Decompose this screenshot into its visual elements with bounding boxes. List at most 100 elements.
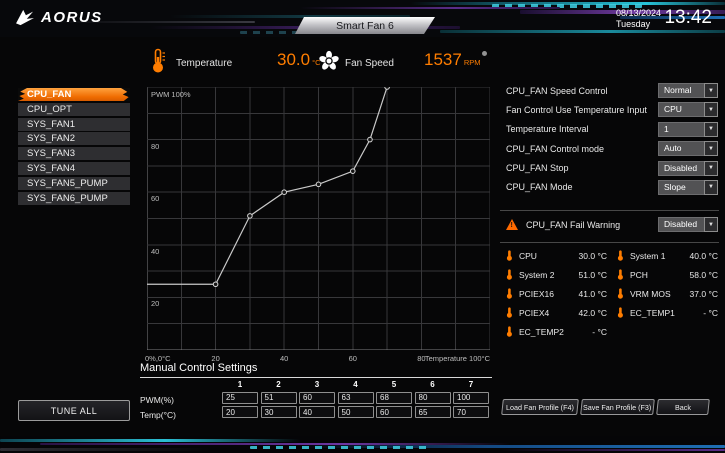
temperature-reading-value: - °C	[703, 308, 718, 318]
fan-list-item-label: SYS_FAN5_PUMP	[27, 178, 108, 189]
pwm-input[interactable]	[453, 392, 489, 404]
manual-column-header: 1	[222, 380, 258, 389]
temperature-reading-value: - °C	[592, 327, 607, 337]
setting-dropdown[interactable]: Normal ▼	[658, 83, 718, 98]
setting-row: CPU_FAN Mode Slope ▼	[506, 180, 718, 195]
fan-speed-label: Fan Speed	[345, 58, 394, 69]
fan-list-item-label: CPU_FAN	[27, 89, 71, 100]
manual-column-header: 4	[338, 380, 374, 389]
temperature-reading-value: 41.0 °C	[579, 289, 607, 299]
logo-text: AORUS	[41, 9, 103, 26]
header-bar: AORUS Smart Fan 6 08/13/2024 Tuesday 13:…	[0, 0, 725, 37]
temperature-reading-label: System 1	[630, 251, 690, 261]
setting-dropdown[interactable]: CPU ▼	[658, 102, 718, 117]
setting-dropdown[interactable]: Slope ▼	[658, 180, 718, 195]
divider	[140, 377, 492, 378]
temperature-reading-value: 42.0 °C	[579, 308, 607, 318]
aorus-logo: AORUS	[14, 9, 103, 26]
temp-input[interactable]	[338, 406, 374, 418]
temperature-reading: EC_TEMP1 - °C	[617, 306, 718, 319]
temperature-reading: System 1 40.0 °C	[617, 249, 718, 262]
chevron-down-icon: ▼	[704, 217, 718, 232]
temperature-reading: VRM MOS 37.0 °C	[617, 287, 718, 300]
setting-row: CPU_FAN Stop Disabled ▼	[506, 161, 718, 176]
setting-dropdown[interactable]: 1 ▼	[658, 122, 718, 137]
fan-list-item[interactable]: SYS_FAN6_PUMP	[18, 192, 130, 205]
temperature-value: 30.0	[277, 50, 310, 70]
footer-buttons: Load Fan Profile (F4) Save Fan Profile (…	[502, 399, 709, 415]
curve-point[interactable]	[385, 87, 390, 89]
footer-button[interactable]: Save Fan Profile (F3)	[580, 399, 655, 415]
temperature-reading-value: 37.0 °C	[690, 289, 718, 299]
pwm-row-label: PWM(%)	[140, 395, 174, 405]
fail-warning-dropdown[interactable]: Disabled ▼	[658, 217, 718, 232]
setting-row: CPU_FAN Speed Control Normal ▼	[506, 83, 718, 98]
chevron-down-icon: ▼	[704, 141, 718, 156]
chevron-down-icon: ▼	[704, 83, 718, 98]
temperature-reading-label: VRM MOS	[630, 289, 690, 299]
fan-list-item[interactable]: CPU_OPT	[18, 103, 130, 116]
footer-button[interactable]: Back	[656, 399, 710, 415]
fan-list-item[interactable]: SYS_FAN2	[18, 132, 130, 145]
temp-input[interactable]	[261, 406, 297, 418]
fan-icon	[318, 50, 340, 72]
datetime-block: 08/13/2024 Tuesday	[616, 8, 661, 29]
deco-streak	[300, 7, 560, 9]
divider	[500, 242, 719, 243]
setting-row: CPU_FAN Control mode Auto ▼	[506, 141, 718, 156]
temp-input[interactable]	[453, 406, 489, 418]
fan-list-item[interactable]: SYS_FAN5_PUMP	[18, 177, 130, 190]
footer-bar	[0, 436, 725, 453]
temperature-reading-value: 40.0 °C	[690, 251, 718, 261]
chevron-down-icon: ▼	[704, 122, 718, 137]
curve-point[interactable]	[316, 182, 321, 187]
setting-row: Temperature Interval 1 ▼	[506, 122, 718, 137]
manual-column-header: 6	[415, 380, 451, 389]
curve-point[interactable]	[213, 282, 218, 287]
thermometer-icon	[617, 307, 624, 318]
pwm-input[interactable]	[261, 392, 297, 404]
chevron-down-icon: ▼	[704, 102, 718, 117]
temp-input[interactable]	[222, 406, 258, 418]
manual-column-header: 3	[299, 380, 335, 389]
pwm-input[interactable]	[299, 392, 335, 404]
smart-fan-6-screen: AORUS Smart Fan 6 08/13/2024 Tuesday 13:…	[0, 0, 725, 453]
temp-input[interactable]	[415, 406, 451, 418]
fan-list-item[interactable]: SYS_FAN4	[18, 162, 130, 175]
fan-list-item[interactable]: SYS_FAN3	[18, 147, 130, 160]
dropdown-value: Disabled	[658, 161, 704, 176]
fan-settings-panel: CPU_FAN Speed Control Normal ▼ Fan Contr…	[506, 83, 718, 199]
temp-input[interactable]	[299, 406, 335, 418]
setting-dropdown[interactable]: Disabled ▼	[658, 161, 718, 176]
curve-point[interactable]	[248, 214, 253, 219]
footer-button[interactable]: Load Fan Profile (F4)	[501, 399, 579, 415]
setting-dropdown[interactable]: Auto ▼	[658, 141, 718, 156]
fan-speed-value: 1537	[424, 50, 462, 70]
deco-streak	[440, 30, 725, 33]
temperature-readings: CPU 30.0 °C System 1 40.0 °C System 2	[506, 249, 718, 338]
setting-label: CPU_FAN Stop	[506, 163, 569, 173]
temperature-reading: PCIEX4 42.0 °C	[506, 306, 607, 319]
pwm-input[interactable]	[415, 392, 451, 404]
pwm-input[interactable]	[376, 392, 412, 404]
curve-point[interactable]	[282, 190, 287, 195]
dropdown-value: Auto	[658, 141, 704, 156]
dropdown-value: Normal	[658, 83, 704, 98]
temperature-reading-label: EC_TEMP1	[630, 308, 703, 318]
y-tick-label: 80	[151, 142, 159, 151]
pwm-input[interactable]	[338, 392, 374, 404]
thermometer-icon	[617, 250, 624, 261]
dropdown-value: Disabled	[658, 217, 704, 232]
fan-list-item[interactable]: CPU_FAN	[18, 88, 130, 101]
y-axis-top-label: PWM 100%	[151, 90, 191, 99]
temp-input[interactable]	[376, 406, 412, 418]
tune-all-button[interactable]: TUNE ALL	[18, 400, 130, 421]
fan-curve-chart[interactable]: PWM 100% 0%,0°C Temperature 100°C 806040…	[147, 87, 490, 350]
indicator-dot	[482, 51, 487, 56]
pwm-input[interactable]	[222, 392, 258, 404]
curve-point[interactable]	[351, 169, 356, 174]
curve-point[interactable]	[368, 137, 373, 142]
fan-list-item[interactable]: SYS_FAN1	[18, 118, 130, 131]
chevron-down-icon: ▼	[704, 180, 718, 195]
deco-streak	[500, 449, 725, 451]
